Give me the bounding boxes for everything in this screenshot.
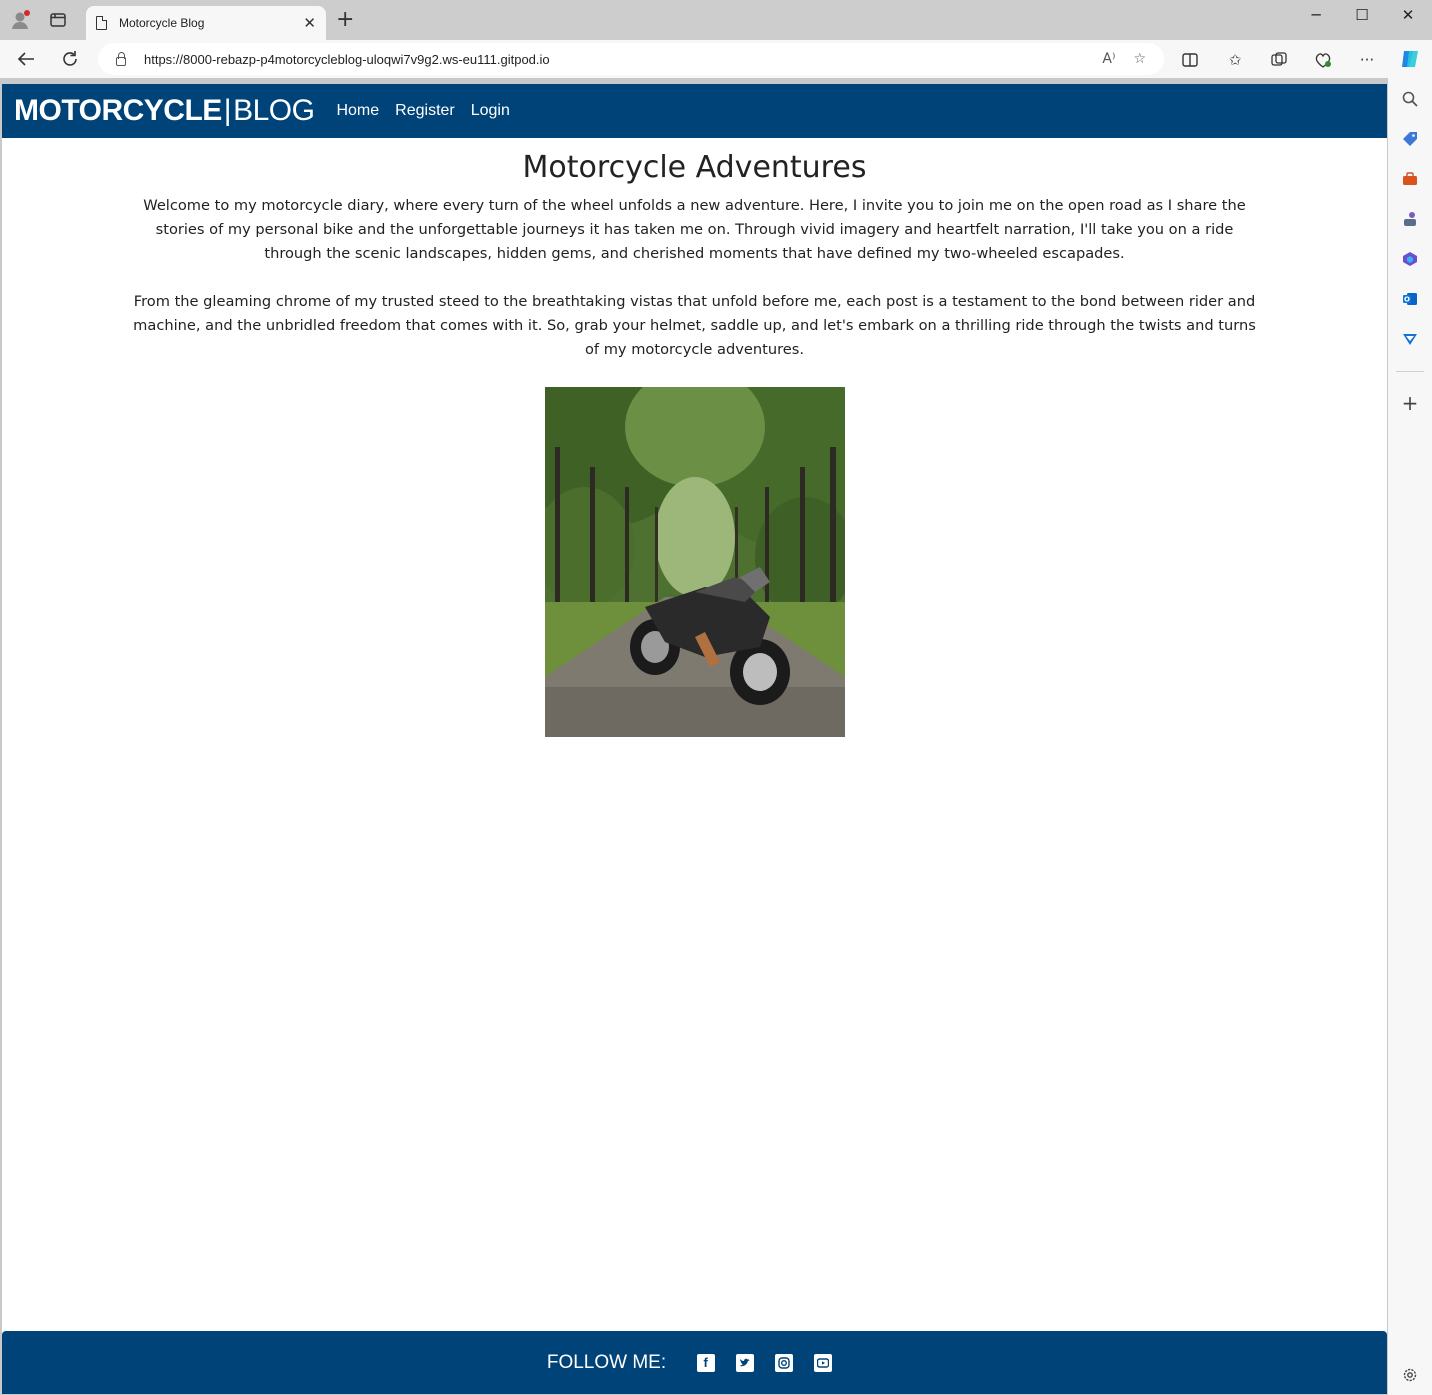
nav-link-login[interactable]: Login (471, 102, 510, 120)
outlook-icon[interactable]: O (1399, 288, 1421, 310)
nav-link-register[interactable]: Register (395, 102, 455, 120)
sidebar-divider (1396, 371, 1424, 372)
url-text[interactable]: https://8000-rebazp-p4motorcycleblog-ulo… (144, 52, 1102, 67)
nav-link-home[interactable]: Home (336, 102, 379, 120)
tab-actions-icon[interactable] (46, 8, 70, 32)
lock-icon[interactable] (116, 51, 126, 66)
tab-title: Motorcycle Blog (119, 16, 205, 30)
address-toolbar: https://8000-rebazp-p4motorcycleblog-ulo… (0, 40, 1432, 78)
refresh-icon[interactable] (58, 47, 82, 71)
toolbox-icon[interactable] (1399, 168, 1421, 190)
profile-icon[interactable] (8, 8, 32, 32)
more-options-icon[interactable]: ··· (1356, 49, 1378, 71)
instagram-icon[interactable] (774, 1353, 793, 1372)
games-icon[interactable] (1399, 208, 1421, 230)
add-sidebar-item-icon[interactable]: + (1399, 391, 1421, 415)
page-title: Motorcycle Adventures (522, 150, 867, 185)
favorite-star-icon[interactable]: ☆ (1133, 51, 1146, 67)
browser-tab-strip: Motorcycle Blog ✕ + ─ ☐ ✕ (0, 0, 1432, 40)
second-paragraph: From the gleaming chrome of my trusted s… (133, 293, 1256, 358)
maximize-icon[interactable]: ☐ (1339, 4, 1385, 26)
split-screen-icon[interactable] (1179, 49, 1201, 71)
brand-light-text: BLOG (233, 94, 315, 127)
minimize-icon[interactable]: ─ (1293, 4, 1339, 26)
browser-essentials-icon[interactable] (1312, 49, 1334, 71)
youtube-icon[interactable] (813, 1353, 832, 1372)
facebook-icon[interactable]: f (696, 1353, 715, 1372)
microsoft365-icon[interactable] (1399, 248, 1421, 270)
collections-icon[interactable] (1268, 49, 1290, 71)
follow-label: FOLLOW ME: (546, 1351, 667, 1373)
shopping-tag-icon[interactable] (1399, 128, 1421, 150)
url-bar[interactable]: https://8000-rebazp-p4motorcycleblog-ulo… (98, 43, 1164, 75)
new-tab-icon[interactable]: + (336, 9, 354, 31)
close-tab-icon[interactable]: ✕ (303, 14, 316, 32)
search-icon[interactable] (1399, 88, 1421, 110)
browser-tab-active[interactable]: Motorcycle Blog ✕ (86, 6, 326, 40)
copilot-icon[interactable] (1398, 46, 1424, 72)
read-aloud-icon[interactable]: A⁾ (1102, 51, 1115, 67)
send-icon[interactable] (1399, 328, 1421, 350)
favorites-icon[interactable]: ✩ (1224, 49, 1246, 71)
intro-paragraph: Welcome to my motorcycle diary, where ev… (143, 197, 1246, 262)
site-navbar: MOTORCYCLE|BLOG Home Register Login (2, 84, 1387, 138)
site-logo[interactable]: MOTORCYCLE|BLOG (14, 94, 315, 128)
motorcycle-photo (545, 387, 845, 737)
page-icon (96, 16, 107, 30)
svg-text:O: O (1404, 296, 1410, 304)
browser-sidebar: O + (1388, 78, 1432, 1395)
sidebar-settings-gear-icon[interactable] (1399, 1364, 1421, 1386)
brand-bold-text: MOTORCYCLE (14, 94, 222, 127)
site-footer: FOLLOW ME: f (2, 1331, 1387, 1394)
close-window-icon[interactable]: ✕ (1385, 4, 1431, 26)
twitter-icon[interactable] (735, 1353, 754, 1372)
back-arrow-icon[interactable] (14, 47, 38, 71)
page-viewport: MOTORCYCLE|BLOG Home Register Login Moto… (2, 84, 1387, 1394)
brand-separator: | (223, 94, 232, 127)
